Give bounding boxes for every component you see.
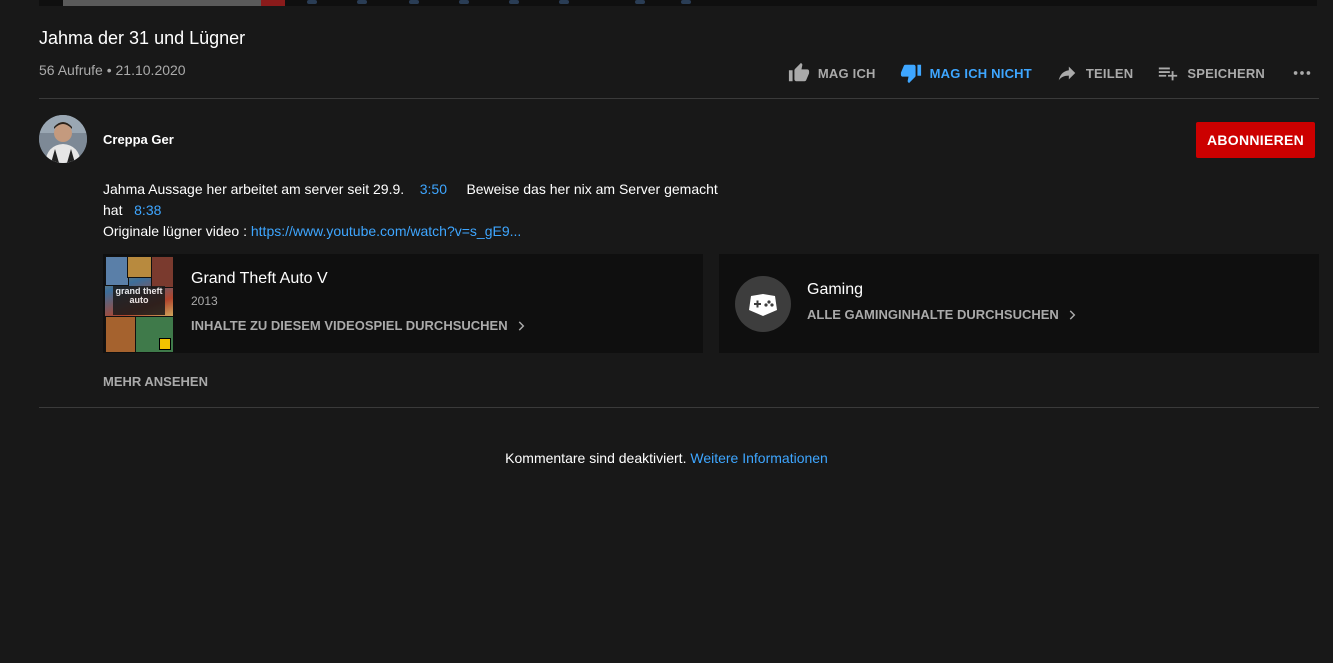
video-player-bottom-edge: [39, 0, 1317, 6]
playlist-add-icon: [1159, 67, 1178, 81]
cover-panel: [105, 316, 137, 352]
show-more-button[interactable]: MEHR ANSEHEN: [103, 374, 208, 389]
thumbs-up-icon: [788, 62, 809, 82]
video-title: Jahma der 31 und Lügner: [39, 28, 246, 48]
more-info-link[interactable]: Weitere Informationen: [690, 450, 827, 466]
video-actions: MAG ICH MAG ICH NICHT TEILEN SPEICHERN: [764, 60, 1313, 86]
gamepad-icon: [749, 294, 777, 316]
video-meta: 56 Aufrufe • 21.10.2020: [39, 62, 186, 78]
browse-gaming-link[interactable]: ALLE GAMINGINHALTE DURCHSUCHEN: [807, 307, 1079, 322]
player-control-icon: [509, 0, 519, 4]
gaming-card[interactable]: Gaming ALLE GAMINGINHALTE DURCHSUCHEN: [719, 254, 1319, 353]
player-control-icon: [635, 0, 645, 4]
player-control-icon: [681, 0, 691, 4]
timestamp-link[interactable]: 3:50: [420, 181, 447, 197]
comments-disabled-text: Kommentare sind deaktiviert.: [505, 450, 687, 466]
player-control-icon: [357, 0, 367, 4]
comments-disabled-notice: Kommentare sind deaktiviert. Weitere Inf…: [0, 450, 1333, 466]
like-button[interactable]: MAG ICH: [788, 62, 876, 84]
save-label: SPEICHERN: [1187, 65, 1265, 81]
upload-date: 21.10.2020: [115, 62, 186, 78]
description-line: hat 8:38: [103, 200, 743, 221]
dislike-label: MAG ICH NICHT: [929, 65, 1032, 81]
description-text: Beweise das her nix am Server gemacht: [466, 181, 718, 197]
player-control-icon: [307, 0, 317, 4]
subscribe-button[interactable]: ABONNIEREN: [1196, 122, 1315, 158]
dislike-button[interactable]: MAG ICH NICHT: [900, 62, 1032, 84]
share-arrow-icon: [1058, 66, 1076, 81]
channel-name[interactable]: Creppa Ger: [103, 132, 174, 147]
description-text: Originale lügner video :: [103, 223, 251, 239]
game-year: 2013: [191, 294, 218, 308]
cover-logo-text: grand theft auto: [113, 286, 165, 315]
timestamp-link[interactable]: 8:38: [134, 202, 161, 218]
progress-buffered: [63, 0, 261, 6]
video-description: Jahma Aussage her arbeitet am server sei…: [103, 179, 743, 242]
external-video-link[interactable]: https://www.youtube.com/watch?v=s_gE9...: [251, 223, 521, 239]
divider: [39, 407, 1319, 408]
meta-separator: •: [102, 62, 116, 78]
save-button[interactable]: SPEICHERN: [1157, 62, 1265, 84]
share-button[interactable]: TEILEN: [1056, 62, 1133, 84]
cover-panel: [151, 256, 173, 288]
gaming-title: Gaming: [807, 281, 864, 298]
cover-panel: [105, 256, 129, 286]
progress-played: [261, 0, 285, 6]
game-title: Grand Theft Auto V: [191, 270, 328, 287]
chevron-right-icon: [1069, 309, 1076, 320]
gaming-category-icon: [735, 276, 791, 332]
description-text: Jahma Aussage her arbeitet am server sei…: [103, 181, 405, 197]
player-control-icon: [559, 0, 569, 4]
browse-gaming-label: ALLE GAMINGINHALTE DURCHSUCHEN: [807, 307, 1059, 322]
description-line: Jahma Aussage her arbeitet am server sei…: [103, 179, 743, 200]
cover-panel: [127, 256, 153, 278]
game-cover-art: grand theft auto: [105, 256, 173, 352]
player-control-icon: [459, 0, 469, 4]
publisher-logo: [159, 338, 171, 350]
like-label: MAG ICH: [817, 65, 876, 81]
share-label: TEILEN: [1085, 65, 1134, 81]
chevron-right-icon: [518, 320, 524, 331]
player-control-icon: [409, 0, 419, 4]
channel-avatar[interactable]: [39, 115, 87, 163]
game-card[interactable]: grand theft auto Grand Theft Auto V 2013…: [103, 254, 703, 353]
more-horiz-icon: [1293, 71, 1311, 75]
more-actions-button[interactable]: [1291, 62, 1313, 84]
description-line: Originale lügner video : https://www.you…: [103, 221, 743, 242]
divider: [39, 98, 1319, 99]
browse-game-link[interactable]: INHALTE ZU DIESEM VIDEOSPIEL DURCHSUCHEN: [191, 318, 528, 333]
description-text: hat: [103, 202, 123, 218]
avatar-image: [39, 115, 87, 163]
browse-game-label: INHALTE ZU DIESEM VIDEOSPIEL DURCHSUCHEN: [191, 318, 508, 333]
thumbs-down-icon: [900, 64, 921, 84]
view-count: 56 Aufrufe: [39, 62, 103, 78]
